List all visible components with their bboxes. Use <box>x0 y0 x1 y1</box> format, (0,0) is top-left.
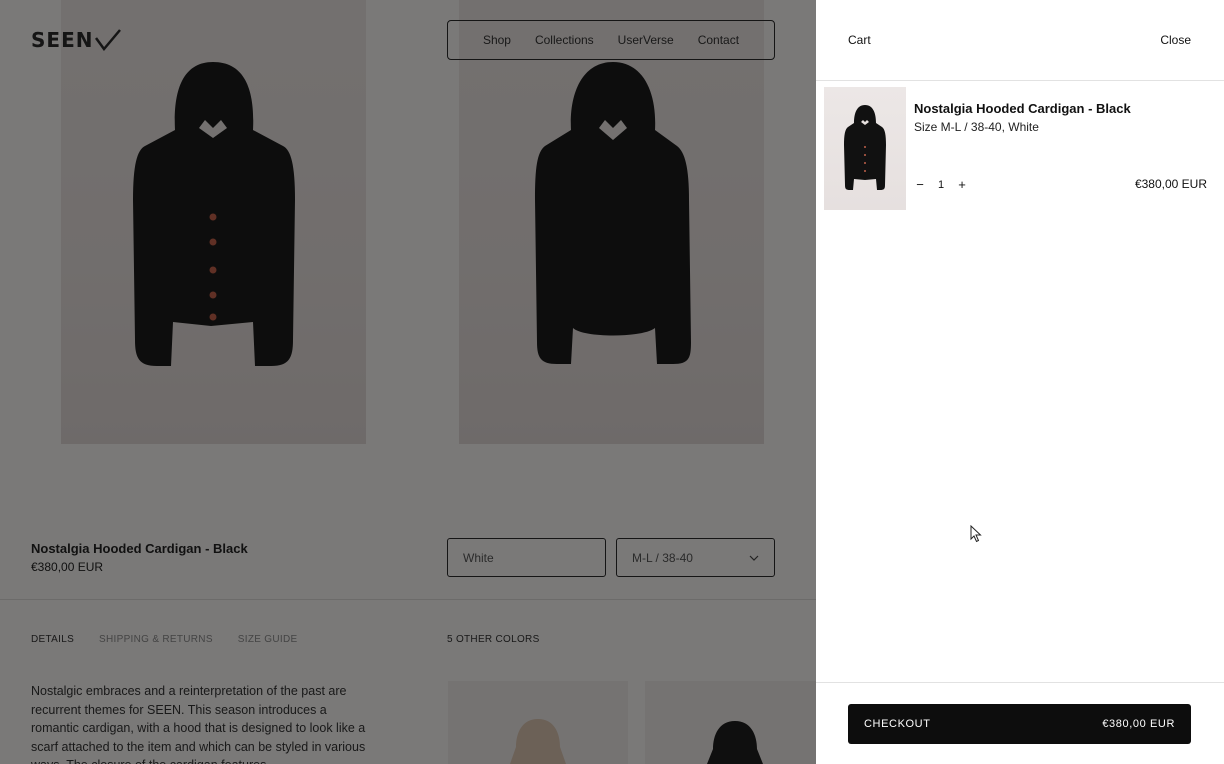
mouse-cursor-icon <box>970 525 982 543</box>
cart-line-item: Nostalgia Hooded Cardigan - Black Size M… <box>824 87 1216 211</box>
cardigan-item-thumb <box>844 105 886 190</box>
cart-drawer: Cart Close Nostalgia Hooded Cardigan - B… <box>816 0 1224 764</box>
increase-quantity-button[interactable]: + <box>956 177 968 192</box>
page-dim-overlay[interactable] <box>0 0 816 764</box>
cart-item-variant: Size M-L / 38-40, White <box>914 120 1039 134</box>
cart-item-price: €380,00 EUR <box>1134 177 1207 191</box>
cart-title: Cart <box>848 33 871 47</box>
cart-footer: CHECKOUT €380,00 EUR <box>816 682 1224 764</box>
checkout-button[interactable]: CHECKOUT €380,00 EUR <box>848 704 1191 744</box>
quantity-stepper: − 1 + <box>914 177 968 192</box>
quantity-value: 1 <box>937 178 945 191</box>
cart-header: Cart Close <box>816 0 1224 81</box>
cart-item-image[interactable] <box>824 87 906 210</box>
close-button[interactable]: Close <box>1160 33 1191 47</box>
cart-item-name[interactable]: Nostalgia Hooded Cardigan - Black <box>914 101 1131 116</box>
decrease-quantity-button[interactable]: − <box>914 177 926 192</box>
checkout-label: CHECKOUT <box>864 718 931 730</box>
checkout-total: €380,00 EUR <box>1102 718 1175 730</box>
